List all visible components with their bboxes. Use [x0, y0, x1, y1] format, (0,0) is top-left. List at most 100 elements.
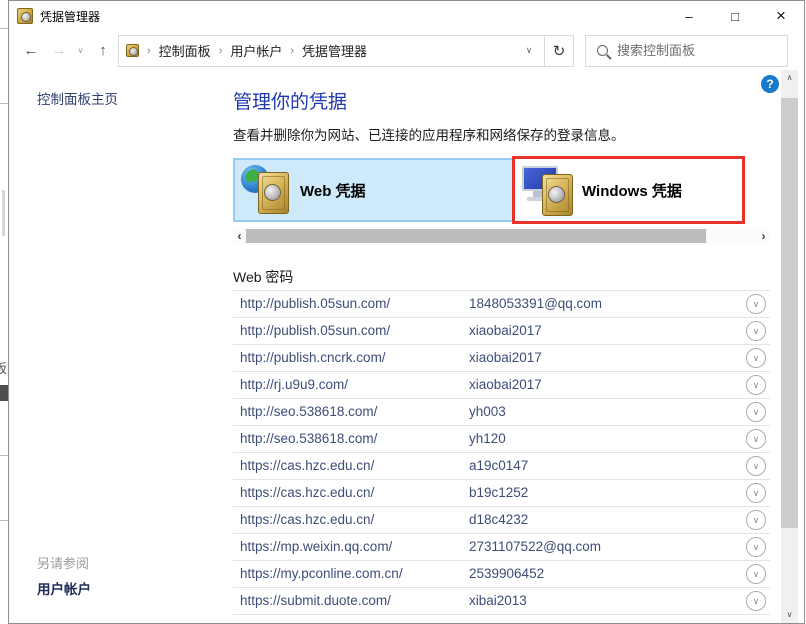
- chevron-down-icon: ∨: [753, 326, 760, 337]
- chevron-down-icon: ∨: [753, 569, 760, 580]
- breadcrumb-separator-icon: ›: [282, 45, 302, 57]
- credential-username: xibai2013: [469, 593, 527, 608]
- breadcrumb[interactable]: › 控制面板 › 用户帐户 › 凭据管理器 ∨: [118, 35, 545, 67]
- credential-url: https://cas.hzc.edu.cn/: [240, 458, 374, 473]
- breadcrumb-app-icon: [126, 44, 139, 57]
- page-description: 查看并删除你为网站、已连接的应用程序和网络保存的登录信息。: [233, 124, 625, 144]
- credential-username: xiaobai2017: [469, 350, 542, 365]
- credential-username: d18c4232: [469, 512, 528, 527]
- tab-label: Windows 凭据: [582, 180, 682, 201]
- web-credentials-icon: [240, 164, 294, 216]
- maximize-button[interactable]: □: [712, 1, 758, 31]
- vertical-scroll-thumb[interactable]: [781, 98, 798, 528]
- credential-row: http://seo.538618.com/ yh003 ∨: [233, 399, 770, 426]
- expand-button[interactable]: ∨: [746, 564, 766, 584]
- credential-row: http://rj.u9u9.com/ xiaobai2017 ∨: [233, 372, 770, 399]
- horizontal-scrollbar[interactable]: ‹ ›: [233, 228, 770, 244]
- expand-button[interactable]: ∨: [746, 591, 766, 611]
- back-button[interactable]: ←: [17, 42, 45, 59]
- tab-label: Web 凭据: [300, 180, 366, 201]
- breadcrumb-item[interactable]: 用户帐户: [230, 41, 282, 60]
- credential-url: http://publish.cncrk.com/: [240, 350, 386, 365]
- expand-button[interactable]: ∨: [746, 537, 766, 557]
- background-block: [0, 385, 8, 401]
- chevron-down-icon: ∨: [753, 407, 760, 418]
- forward-button[interactable]: →: [45, 42, 73, 59]
- expand-button[interactable]: ∨: [746, 294, 766, 314]
- expand-button[interactable]: ∨: [746, 483, 766, 503]
- breadcrumb-separator-icon: ›: [139, 45, 159, 57]
- credential-url: http://publish.05sun.com/: [240, 323, 390, 338]
- section-title: Web 密码: [233, 267, 293, 287]
- see-also-label: 另请参阅: [37, 553, 89, 572]
- chevron-down-icon: ∨: [753, 299, 760, 310]
- credential-row: https://my.pconline.com.cn/ 2539906452 ∨: [233, 561, 770, 588]
- sidebar-item-control-panel-home[interactable]: 控制面板主页: [37, 88, 118, 108]
- chevron-down-icon: ∨: [753, 353, 760, 364]
- search-input[interactable]: [617, 43, 767, 58]
- credential-row: https://cas.hzc.edu.cn/ b19c1252 ∨: [233, 480, 770, 507]
- expand-button[interactable]: ∨: [746, 456, 766, 476]
- credential-row: https://cas.hzc.edu.cn/ a19c0147 ∨: [233, 453, 770, 480]
- credential-url: https://my.pconline.com.cn/: [240, 566, 403, 581]
- horizontal-scroll-thumb[interactable]: [246, 229, 706, 243]
- close-button[interactable]: ×: [758, 1, 804, 31]
- scroll-left-button[interactable]: ‹: [233, 228, 246, 244]
- breadcrumb-dropdown-icon[interactable]: ∨: [514, 45, 544, 56]
- credential-row: https://mp.weixin.qq.com/ 2731107522@qq.…: [233, 534, 770, 561]
- credential-url: https://mp.weixin.qq.com/: [240, 539, 392, 554]
- expand-button[interactable]: ∨: [746, 321, 766, 341]
- expand-button[interactable]: ∨: [746, 348, 766, 368]
- credential-username: 2731107522@qq.com: [469, 539, 601, 554]
- tab-web-credentials[interactable]: Web 凭据: [233, 158, 515, 222]
- credential-row: https://submit.duote.com/ xibai2013 ∨: [233, 588, 770, 615]
- safe-icon: [542, 174, 573, 216]
- background-window-edge: 板: [0, 0, 8, 623]
- help-button[interactable]: ?: [761, 75, 779, 93]
- page-title: 管理你的凭据: [233, 87, 347, 114]
- scroll-down-button[interactable]: ∨: [781, 607, 798, 623]
- chevron-down-icon: ∨: [753, 488, 760, 499]
- credential-username: yh003: [469, 404, 506, 419]
- credential-url: http://seo.538618.com/: [240, 404, 377, 419]
- background-line: [0, 455, 8, 456]
- recent-pages-dropdown-icon[interactable]: ∨: [73, 46, 88, 55]
- scroll-right-button[interactable]: ›: [757, 228, 770, 244]
- sidebar-item-user-accounts[interactable]: 用户帐户: [37, 578, 91, 598]
- search-box[interactable]: [585, 35, 788, 67]
- chevron-down-icon: ∨: [753, 542, 760, 553]
- vertical-scrollbar[interactable]: ∧ ∨: [781, 70, 798, 623]
- credential-url: https://cas.hzc.edu.cn/: [240, 512, 374, 527]
- background-line: [0, 103, 8, 104]
- credential-row: https://cas.hzc.edu.cn/ d18c4232 ∨: [233, 507, 770, 534]
- expand-button[interactable]: ∨: [746, 402, 766, 422]
- up-button[interactable]: ↑: [88, 42, 118, 59]
- chevron-down-icon: ∨: [753, 461, 760, 472]
- refresh-button[interactable]: ↻: [545, 35, 574, 67]
- search-icon: [597, 45, 608, 56]
- breadcrumb-item[interactable]: 控制面板: [159, 41, 211, 60]
- credential-url: http://rj.u9u9.com/: [240, 377, 348, 392]
- background-line: [0, 520, 8, 521]
- windows-credentials-icon: [522, 164, 576, 216]
- credential-username: a19c0147: [469, 458, 528, 473]
- safe-icon: [258, 172, 289, 214]
- scroll-up-button[interactable]: ∧: [781, 70, 798, 86]
- expand-button[interactable]: ∨: [746, 510, 766, 530]
- credential-url: http://publish.05sun.com/: [240, 296, 390, 311]
- breadcrumb-item[interactable]: 凭据管理器: [302, 41, 367, 60]
- credential-url: http://seo.538618.com/: [240, 431, 377, 446]
- chevron-down-icon: ∨: [753, 380, 760, 391]
- expand-button[interactable]: ∨: [746, 429, 766, 449]
- tab-windows-credentials[interactable]: Windows 凭据: [517, 160, 741, 220]
- chevron-down-icon: ∨: [753, 596, 760, 607]
- navigation-bar: ← → ∨ ↑ › 控制面板 › 用户帐户 › 凭据管理器 ∨ ↻: [9, 31, 804, 70]
- expand-button[interactable]: ∨: [746, 375, 766, 395]
- credential-username: 1848053391@qq.com: [469, 296, 602, 311]
- title-bar: 凭据管理器 – □ ×: [9, 1, 804, 31]
- credential-row: http://publish.05sun.com/ 1848053391@qq.…: [233, 291, 770, 318]
- credential-list: http://publish.05sun.com/ 1848053391@qq.…: [233, 290, 770, 615]
- credential-manager-app-icon: [17, 8, 33, 24]
- window-title: 凭据管理器: [40, 8, 100, 25]
- minimize-button[interactable]: –: [666, 1, 712, 31]
